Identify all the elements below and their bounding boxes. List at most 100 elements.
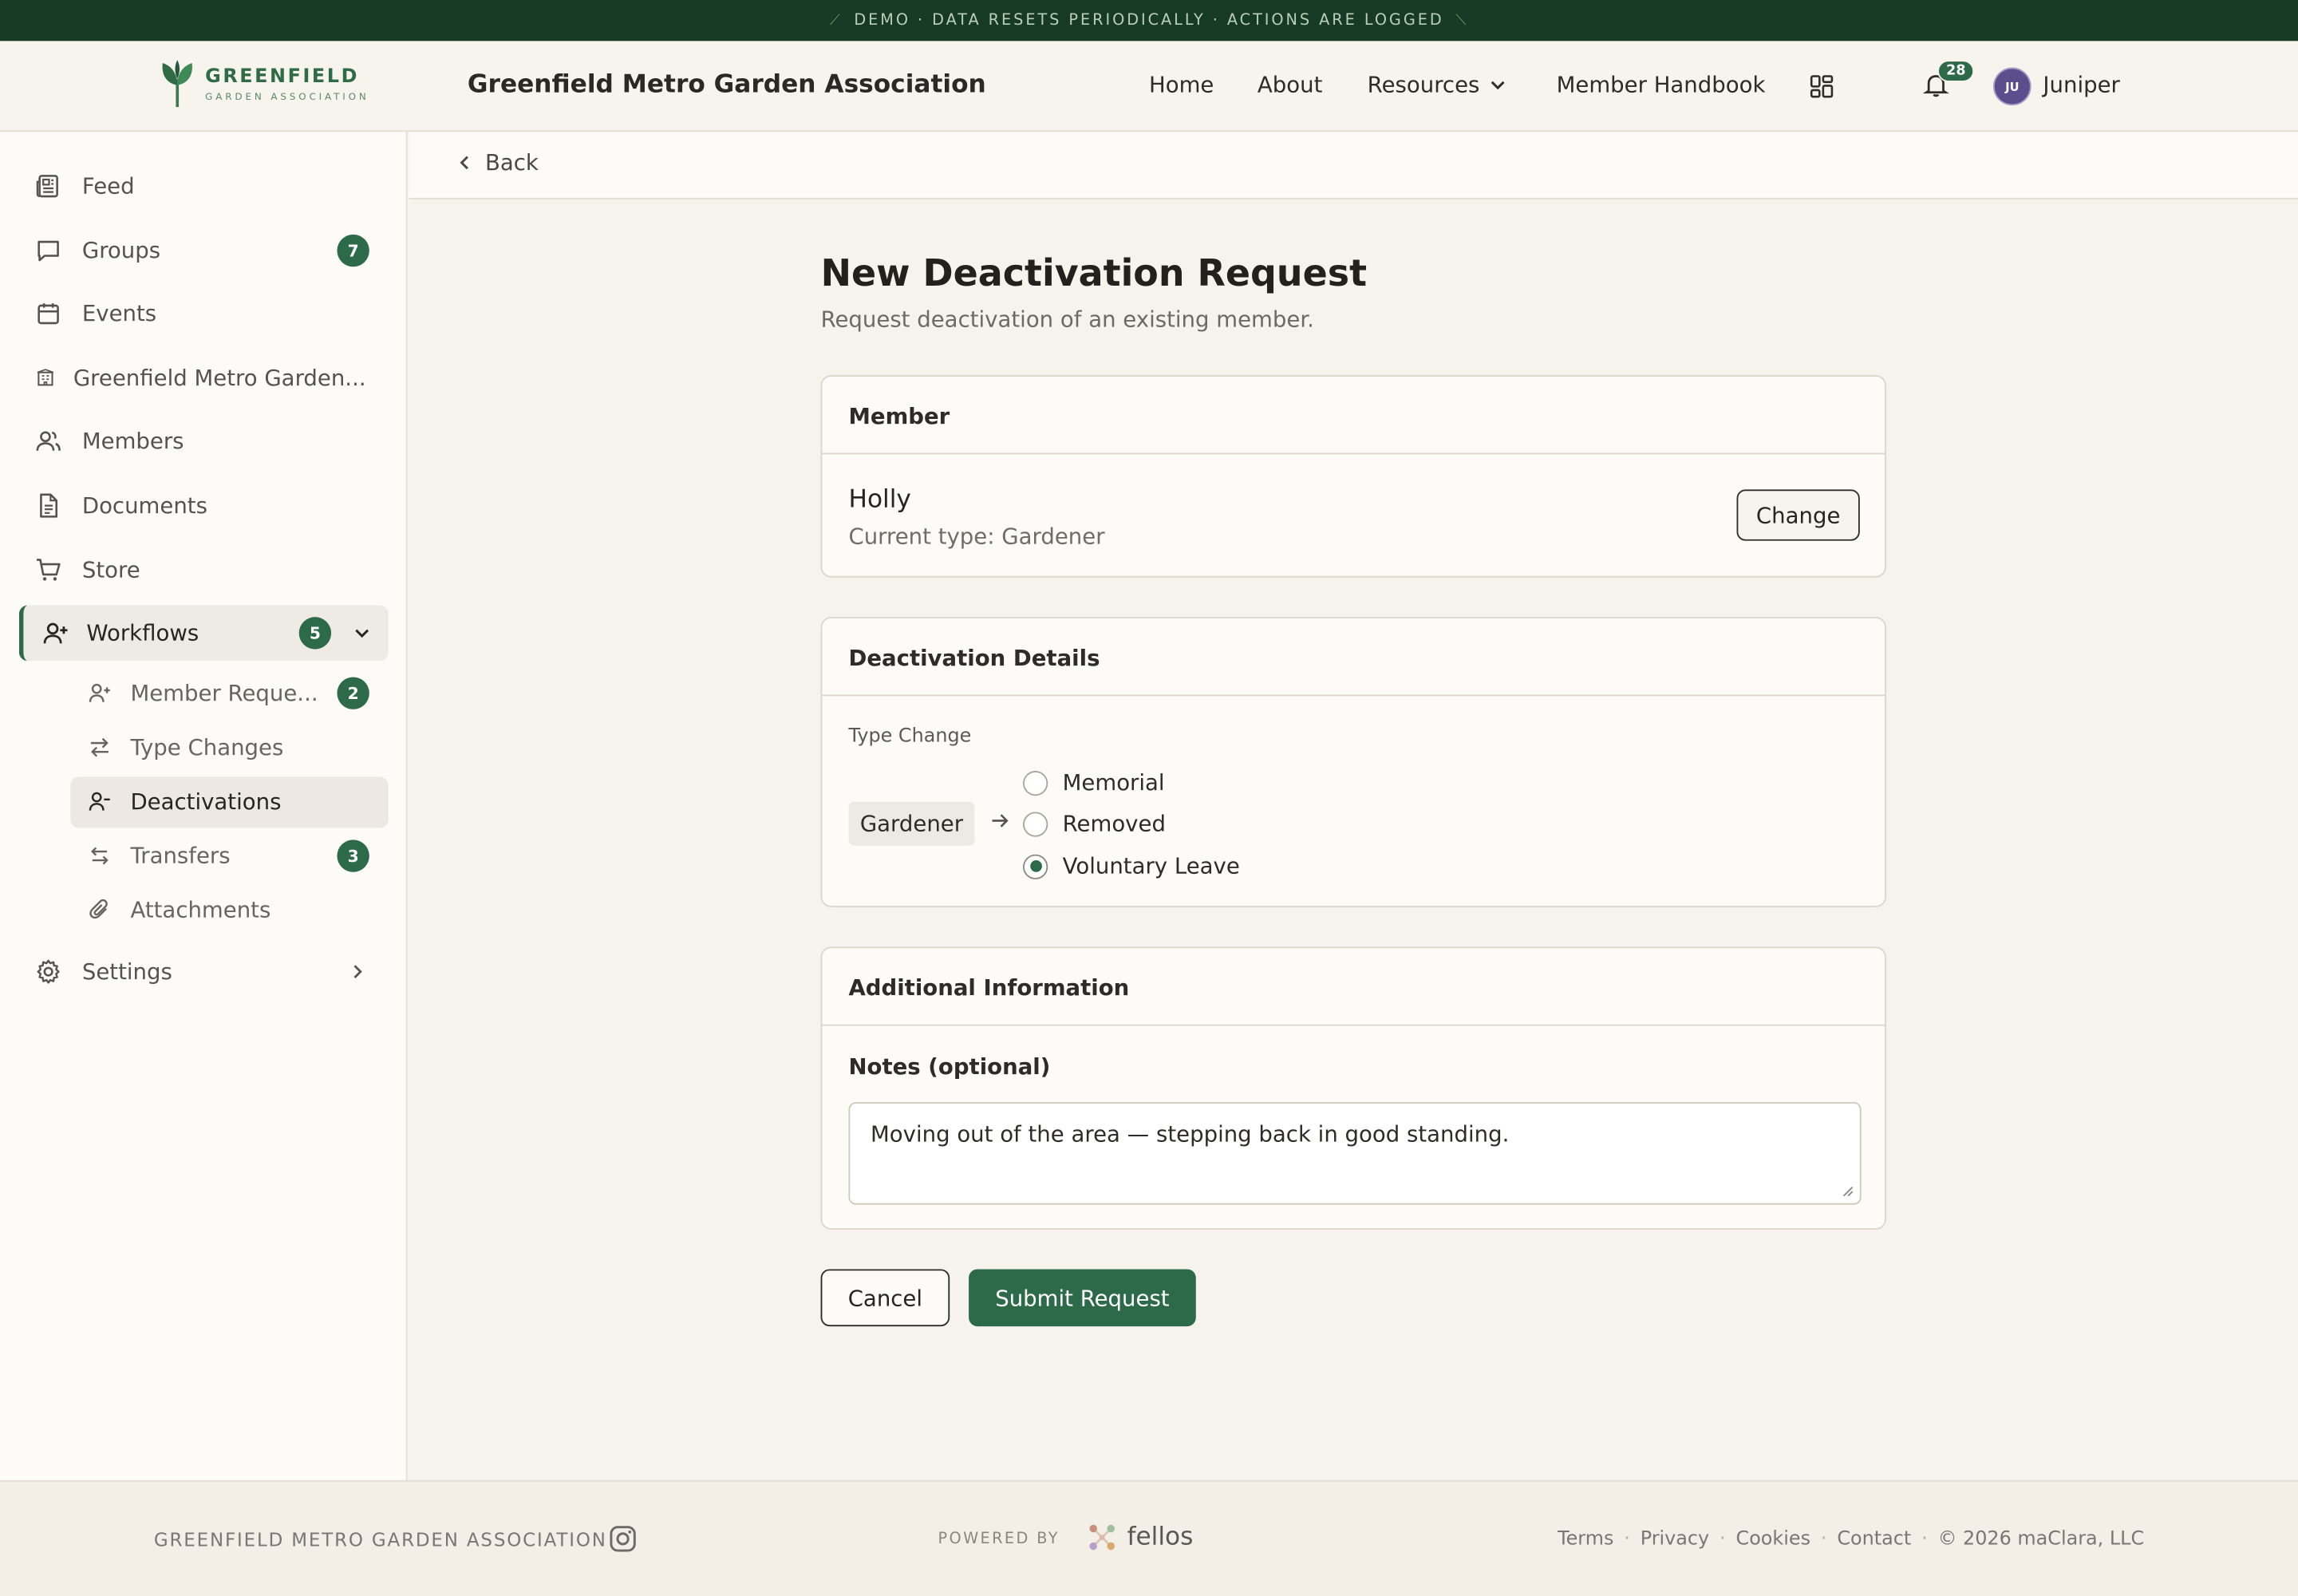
sidebar-item-feed[interactable]: Feed <box>35 164 369 208</box>
nav-resources-label: Resources <box>1367 71 1480 99</box>
top-header: GREENFIELD GARDEN ASSOCIATION Greenfield… <box>0 41 2298 132</box>
back-button[interactable]: Back <box>456 149 539 176</box>
page-title: New Deactivation Request <box>820 251 1368 295</box>
radio-label: Memorial <box>1062 769 1165 796</box>
nav-member-handbook[interactable]: Member Handbook <box>1557 72 1766 98</box>
leaf-icon: ⟍ <box>1455 12 1469 29</box>
submit-request-button[interactable]: Submit Request <box>969 1269 1196 1327</box>
chevron-down-icon[interactable] <box>352 623 373 644</box>
fellos-brand[interactable]: fellos <box>1088 1523 1194 1552</box>
sidebar-item-documents[interactable]: Documents <box>35 484 369 527</box>
org-title: Greenfield Metro Garden Association <box>467 70 986 100</box>
chevron-left-icon <box>460 156 468 170</box>
sidebar-item-label: Documents <box>81 492 207 519</box>
chevron-down-icon <box>1491 81 1504 90</box>
fellos-brand-name: fellos <box>1127 1523 1194 1552</box>
sidebar-item-label: Deactivations <box>130 788 282 816</box>
demo-banner-text: DEMO · DATA RESETS PERIODICALLY · ACTION… <box>854 11 1444 30</box>
arrow-right-icon <box>992 814 1009 828</box>
building-icon <box>37 369 54 386</box>
instagram-icon[interactable] <box>608 1524 638 1554</box>
cancel-button[interactable]: Cancel <box>820 1269 950 1327</box>
footer-copyright: © 2026 maClara, LLC <box>1937 1528 2145 1551</box>
apps-grid-icon[interactable] <box>1810 75 1834 98</box>
sidebar-item-members[interactable]: Members <box>35 419 369 463</box>
from-type-chip: Gardener <box>848 801 975 846</box>
chevron-right-icon <box>353 965 362 978</box>
radio-voluntary-leave[interactable]: Voluntary Leave <box>1023 853 1240 879</box>
paperclip-icon <box>89 899 108 919</box>
chat-bubble-icon <box>38 240 59 262</box>
leaf-icon: ⟋ <box>829 12 843 29</box>
change-member-button[interactable]: Change <box>1736 489 1860 541</box>
sidebar-item-settings[interactable]: Settings <box>35 950 369 994</box>
arrows-swap-icon <box>90 737 109 757</box>
logo[interactable]: GREENFIELD GARDEN ASSOCIATION <box>158 58 369 108</box>
separator: · <box>1921 1528 1928 1551</box>
member-requests-count-badge: 2 <box>337 677 369 709</box>
footer-link-cookies[interactable]: Cookies <box>1736 1529 1811 1551</box>
nav-home[interactable]: Home <box>1149 72 1214 98</box>
sidebar-item-events[interactable]: Events <box>35 291 369 335</box>
footer: GREENFIELD METRO GARDEN ASSOCIATION POWE… <box>0 1479 2298 1596</box>
footer-link-contact[interactable]: Contact <box>1837 1529 1911 1551</box>
sidebar-item-label: Type Changes <box>130 734 284 761</box>
user-name[interactable]: Juniper <box>2043 72 2119 98</box>
newspaper-icon <box>36 175 58 198</box>
page-subtitle: Request deactivation of an existing memb… <box>820 306 1314 333</box>
sidebar-item-workflows[interactable]: Workflows 5 <box>18 605 389 662</box>
user-plus-icon <box>89 683 110 702</box>
shopping-cart-icon <box>36 559 61 581</box>
sidebar-subitem-type-changes[interactable]: Type Changes <box>88 727 369 768</box>
demo-banner: ⟋ DEMO · DATA RESETS PERIODICALLY · ACTI… <box>0 0 2298 41</box>
sidebar-item-label: Feed <box>81 172 135 200</box>
sidebar-item-store[interactable]: Store <box>35 548 369 592</box>
sidebar-item-groups[interactable]: Groups 7 <box>35 229 369 273</box>
sidebar-item-label: Members <box>81 428 184 455</box>
nav-resources[interactable]: Resources <box>1368 72 1506 98</box>
back-label: Back <box>484 149 539 176</box>
footer-link-terms[interactable]: Terms <box>1558 1529 1613 1551</box>
sidebar-subitem-member-requests[interactable]: Member Reque... 2 <box>88 673 369 713</box>
avatar[interactable]: JU <box>1992 67 2031 106</box>
nav-about[interactable]: About <box>1258 72 1322 98</box>
sidebar-item-label: Member Reque... <box>130 680 318 707</box>
sidebar-subitem-attachments[interactable]: Attachments <box>88 890 369 930</box>
radio-circle[interactable] <box>1023 811 1048 836</box>
details-card-heading: Deactivation Details <box>822 618 1885 697</box>
sidebar-item-label: Settings <box>81 958 172 986</box>
sidebar-item-organization[interactable]: Greenfield Metro Garden... <box>35 356 369 400</box>
separator: · <box>1720 1528 1726 1551</box>
member-current-type: Current type: Gardener <box>848 523 1105 550</box>
radio-circle[interactable] <box>1023 770 1048 796</box>
user-minus-icon <box>89 792 110 811</box>
notes-textarea[interactable]: Moving out of the area — stepping back i… <box>848 1102 1862 1205</box>
radio-label: Removed <box>1062 810 1166 837</box>
sidebar-subitem-transfers[interactable]: Transfers 3 <box>88 836 369 876</box>
notes-label: Notes (optional) <box>848 1053 1051 1080</box>
member-card-heading: Member <box>822 377 1885 455</box>
radio-circle-selected[interactable] <box>1023 853 1048 879</box>
powered-by-label: POWERED BY <box>938 1530 1060 1548</box>
sidebar-item-label: Store <box>81 556 140 583</box>
radio-memorial[interactable]: Memorial <box>1023 769 1165 796</box>
workflows-count-badge: 5 <box>298 617 332 650</box>
info-card-heading: Additional Information <box>822 948 1885 1026</box>
logo-name: GREENFIELD <box>205 65 359 88</box>
users-icon <box>36 431 61 451</box>
sidebar-item-label: Events <box>81 300 157 327</box>
sprout-logo-icon <box>162 60 192 108</box>
app-root: ⟋ DEMO · DATA RESETS PERIODICALLY · ACTI… <box>0 0 2298 1596</box>
notes-value: Moving out of the area — stepping back i… <box>871 1120 1510 1148</box>
sidebar-item-label: Attachments <box>130 896 271 924</box>
footer-link-privacy[interactable]: Privacy <box>1641 1529 1709 1551</box>
radio-removed[interactable]: Removed <box>1023 811 1166 837</box>
separator: · <box>1820 1528 1827 1551</box>
groups-count-badge: 7 <box>337 234 369 267</box>
deactivation-details-card: Deactivation Details Type Change Gardene… <box>820 617 1886 907</box>
sidebar-subitem-deactivations[interactable]: Deactivations <box>88 781 369 822</box>
transfer-arrows-icon <box>91 847 109 865</box>
back-bar: Back <box>409 132 2298 200</box>
fellos-logo-icon <box>1089 1524 1115 1551</box>
resize-handle-icon[interactable] <box>1842 1186 1854 1198</box>
